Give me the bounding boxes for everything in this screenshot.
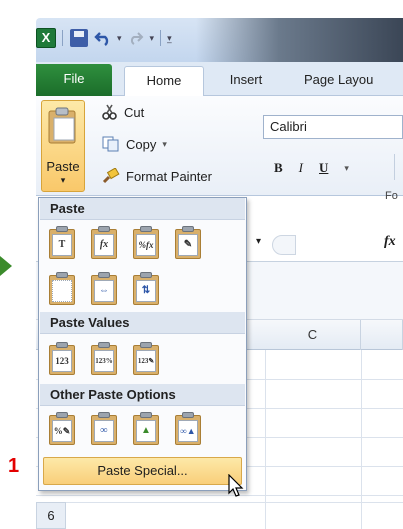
linked-picture-icon[interactable]: ∞▲ <box>173 412 203 446</box>
paste-icon <box>48 107 76 144</box>
copy-label: Copy <box>126 136 157 152</box>
font-format-buttons: B I U ▾ <box>274 160 349 176</box>
pointer-arrow-icon <box>0 256 12 276</box>
paintbrush-icon <box>102 168 120 184</box>
copy-button[interactable]: Copy ▾ <box>102 136 167 152</box>
other-paste-options-row: %✎ ∞ ▲ ∞▲ <box>47 412 203 446</box>
paste-values-section-header: Paste Values <box>40 312 245 334</box>
format-painter-button[interactable]: Format Painter <box>102 168 212 184</box>
paste-formulas-icon[interactable]: fx <box>89 226 119 260</box>
formula-bar-handle[interactable] <box>272 235 296 255</box>
paste-dropdown-icon[interactable]: ▾ <box>42 175 84 186</box>
scissors-icon <box>102 104 117 120</box>
no-borders-icon[interactable] <box>47 272 77 306</box>
title-background <box>196 18 403 62</box>
bold-button[interactable]: B <box>274 160 283 176</box>
grid-line <box>36 495 403 496</box>
paste-button[interactable]: Paste ▾ <box>41 100 85 192</box>
formatting-icon[interactable]: %✎ <box>47 412 77 446</box>
copy-dropdown-icon[interactable]: ▾ <box>162 139 167 150</box>
paste-link-icon[interactable]: ∞ <box>89 412 119 446</box>
save-icon[interactable] <box>69 28 89 48</box>
paste-special-menu-item[interactable]: Paste Special... <box>43 457 242 485</box>
other-paste-options-header: Other Paste Options <box>40 384 245 406</box>
tab-insert[interactable]: Insert <box>216 66 276 96</box>
paste-label: Paste <box>46 159 80 174</box>
italic-button[interactable]: I <box>299 160 303 176</box>
values-number-format-icon[interactable]: 123% <box>89 342 119 376</box>
paste-menu: Paste T fx %fx ✎ ⇔ ⇅ Paste Values 123 12… <box>38 197 247 491</box>
paste-section-header: Paste <box>40 198 245 220</box>
values-source-formatting-icon[interactable]: 123✎ <box>131 342 161 376</box>
redo-dropdown-icon[interactable]: ▾ <box>150 33 155 44</box>
keep-column-widths-icon[interactable]: ⇔ <box>89 272 119 306</box>
ribbon-separator <box>394 154 395 180</box>
qat-separator <box>62 30 63 46</box>
redo-icon[interactable] <box>126 28 146 48</box>
font-name-box[interactable]: Calibri <box>263 115 403 139</box>
cut-button[interactable]: Cut <box>102 104 144 120</box>
insert-function-button[interactable]: fx <box>384 234 396 250</box>
name-box-dropdown-icon[interactable]: ▾ <box>256 236 261 247</box>
paste-icon[interactable]: T <box>47 226 77 260</box>
paste-formulas-number-format-icon[interactable]: %fx <box>131 226 161 260</box>
row-header-6[interactable]: 6 <box>36 502 66 529</box>
excel-icon[interactable]: X <box>36 28 56 48</box>
ribbon-home: Paste ▾ Cut Copy ▾ Format Painter Calibr… <box>36 96 403 202</box>
underline-button[interactable]: U <box>319 160 328 176</box>
row-6-cells[interactable] <box>66 502 403 529</box>
column-header-c[interactable]: C <box>265 320 361 350</box>
tab-file[interactable]: File <box>36 64 112 96</box>
underline-dropdown-icon[interactable]: ▾ <box>344 163 349 174</box>
keep-source-formatting-icon[interactable]: ✎ <box>173 226 203 260</box>
cut-label: Cut <box>124 104 145 120</box>
transpose-icon[interactable]: ⇅ <box>131 272 161 306</box>
mouse-cursor-icon <box>228 474 244 497</box>
customize-icon[interactable]: ▾̲ <box>167 33 172 44</box>
paste-options-row-1: T fx %fx ✎ <box>47 226 203 260</box>
quick-access-toolbar: X ▾ ▾ ▾̲ <box>36 28 172 48</box>
step-number-badge: 1 <box>8 455 20 477</box>
tab-home[interactable]: Home <box>124 66 204 96</box>
paste-values-row: 123 123% 123✎ <box>47 342 161 376</box>
values-icon[interactable]: 123 <box>47 342 77 376</box>
format-painter-label: Format Painter <box>126 168 212 184</box>
tab-page-layout[interactable]: Page Layou <box>304 66 403 96</box>
title-bar: X ▾ ▾ ▾̲ <box>36 18 403 62</box>
qat-separator-2 <box>160 30 162 46</box>
paste-options-row-2: ⇔ ⇅ <box>47 272 161 306</box>
font-group-label: Fo <box>385 190 398 202</box>
picture-icon[interactable]: ▲ <box>131 412 161 446</box>
copy-icon <box>102 136 119 152</box>
undo-dropdown-icon[interactable]: ▾ <box>117 33 122 44</box>
column-header-d[interactable] <box>361 320 403 350</box>
undo-icon[interactable] <box>93 28 113 48</box>
ribbon-tabs: File Home Insert Page Layou <box>36 62 403 96</box>
